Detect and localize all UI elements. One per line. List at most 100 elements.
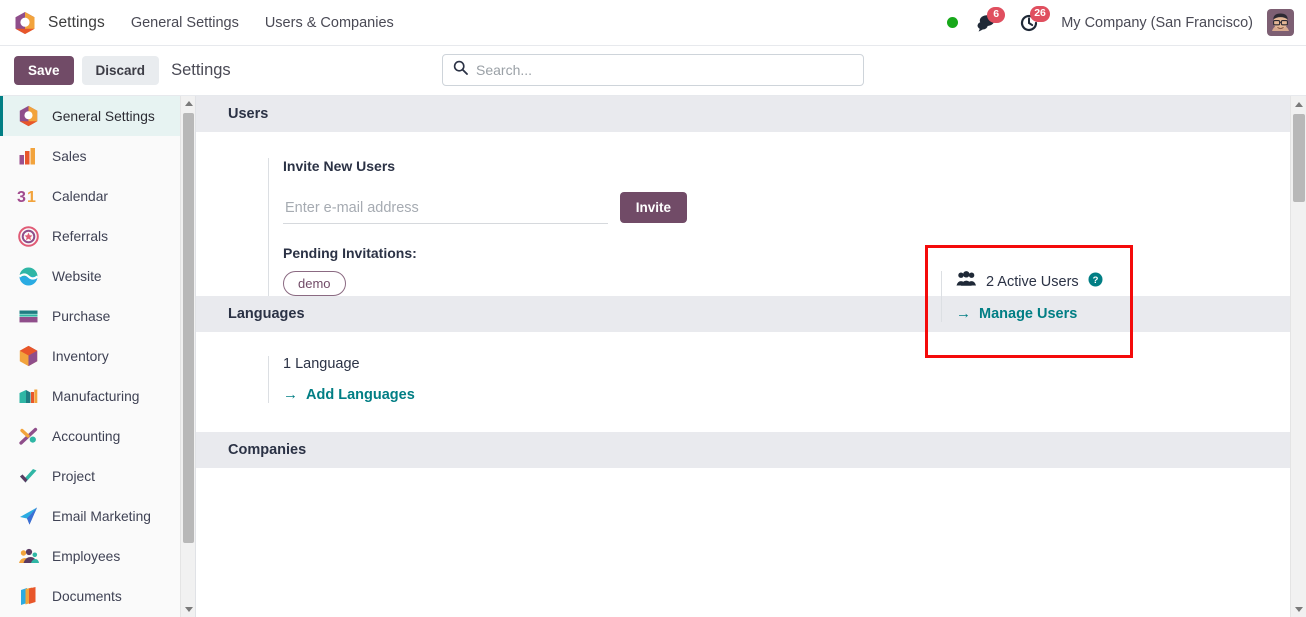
users-group-icon xyxy=(956,271,977,292)
settings-sidebar: General Settings Sales 3 1 Calendar Refe… xyxy=(0,96,196,617)
languages-block: 1 Language → Add Languages xyxy=(268,356,415,403)
messages-badge: 6 xyxy=(987,6,1006,23)
content-scroll-thumb[interactable] xyxy=(1293,114,1305,202)
help-circle-icon[interactable]: ? xyxy=(1088,272,1103,292)
sidebar-item-sales[interactable]: Sales xyxy=(0,136,181,176)
section-body-languages: 1 Language → Add Languages xyxy=(196,332,1290,403)
manage-users-link[interactable]: → Manage Users xyxy=(956,305,1103,322)
page-title: Settings xyxy=(171,61,231,79)
sidebar-scroll-down-arrow[interactable] xyxy=(181,602,195,617)
content-scroll-down-arrow[interactable] xyxy=(1291,601,1306,617)
arrow-right-icon: → xyxy=(956,305,971,322)
sidebar-item-referrals[interactable]: Referrals xyxy=(0,216,181,256)
project-app-icon xyxy=(17,465,39,487)
odoo-hexagon-logo[interactable] xyxy=(14,11,36,35)
languages-settings-row: 1 Language → Add Languages xyxy=(196,356,1290,403)
active-users-block: 2 Active Users ? → Manage Users xyxy=(941,271,1103,322)
app-brand-name[interactable]: Settings xyxy=(48,14,105,32)
page-body: General Settings Sales 3 1 Calendar Refe… xyxy=(0,96,1306,617)
sidebar-item-accounting[interactable]: Accounting xyxy=(0,416,181,456)
sidebar-item-website[interactable]: Website xyxy=(0,256,181,296)
top-navbar: Settings General Settings Users & Compan… xyxy=(0,0,1306,46)
pending-invitation-demo[interactable]: demo xyxy=(283,271,346,296)
sales-app-icon xyxy=(17,145,39,167)
invite-line: Invite xyxy=(283,192,687,224)
sidebar-item-label: Referrals xyxy=(52,228,108,244)
referrals-app-icon xyxy=(17,225,39,247)
sidebar-item-employees[interactable]: Employees xyxy=(0,536,181,576)
sidebar-item-project[interactable]: Project xyxy=(0,456,181,496)
sidebar-scroll-up-arrow[interactable] xyxy=(181,96,195,111)
section-body-users: Invite New Users Invite Pending Invitati… xyxy=(196,132,1290,296)
inventory-app-icon xyxy=(17,345,39,367)
sidebar-item-label: Purchase xyxy=(52,308,111,324)
purchase-app-icon xyxy=(17,305,39,327)
discard-button[interactable]: Discard xyxy=(81,56,160,85)
sidebar-item-label: Employees xyxy=(52,548,121,564)
settings-scroll-area: Users Invite New Users Invite Pending In… xyxy=(196,96,1290,617)
active-users-row: 2 Active Users ? xyxy=(956,271,1103,292)
users-settings-row: Invite New Users Invite Pending Invitati… xyxy=(196,158,1290,296)
sidebar-item-label: Sales xyxy=(52,148,87,164)
sidebar-item-label: Project xyxy=(52,468,95,484)
section-header-users: Users xyxy=(196,96,1290,132)
website-app-icon xyxy=(17,265,39,287)
sidebar-item-purchase[interactable]: Purchase xyxy=(0,296,181,336)
manage-users-label: Manage Users xyxy=(979,305,1078,322)
language-count: 1 Language xyxy=(283,356,360,372)
save-button[interactable]: Save xyxy=(14,56,74,85)
svg-text:1: 1 xyxy=(27,189,36,206)
company-switcher[interactable]: My Company (San Francisco) xyxy=(1061,15,1253,31)
sidebar-item-general-settings[interactable]: General Settings xyxy=(0,96,181,136)
sidebar-scrollbar[interactable] xyxy=(180,96,195,617)
messages-button[interactable]: 6 xyxy=(976,6,1006,32)
sidebar-item-label: Email Marketing xyxy=(52,508,151,524)
email-marketing-app-icon xyxy=(17,505,39,527)
arrow-right-icon: → xyxy=(283,386,298,403)
invite-email-input[interactable] xyxy=(283,196,608,224)
active-users-count: 2 Active Users xyxy=(986,273,1079,290)
sidebar-item-email-marketing[interactable]: Email Marketing xyxy=(0,496,181,536)
employees-app-icon xyxy=(17,545,39,567)
search-bar[interactable] xyxy=(442,54,864,86)
content-scrollbar[interactable] xyxy=(1290,96,1306,617)
search-input[interactable] xyxy=(476,62,855,78)
sidebar-item-label: Website xyxy=(52,268,102,284)
svg-text:?: ? xyxy=(1092,275,1098,286)
sidebar-item-label: Inventory xyxy=(52,348,109,364)
nav-general-settings[interactable]: General Settings xyxy=(131,15,239,31)
nav-users-companies[interactable]: Users & Companies xyxy=(265,15,394,31)
sidebar-item-label: General Settings xyxy=(52,108,155,124)
sidebar-scroll-thumb[interactable] xyxy=(183,113,194,543)
documents-app-icon xyxy=(17,585,39,607)
activities-badge: 26 xyxy=(1030,5,1050,22)
navbar-right-group: 6 26 My Company (San Francisco) xyxy=(947,5,1294,36)
pending-invitations-label: Pending Invitations: xyxy=(283,245,417,261)
settings-app-icon xyxy=(17,105,39,127)
sidebar-scroll-area: General Settings Sales 3 1 Calendar Refe… xyxy=(0,96,181,617)
online-status-dot xyxy=(947,17,959,28)
sidebar-item-label: Documents xyxy=(52,588,122,604)
add-languages-label: Add Languages xyxy=(306,386,415,403)
calendar-app-icon: 3 1 xyxy=(17,185,39,207)
add-languages-link[interactable]: → Add Languages xyxy=(283,386,415,403)
invite-button[interactable]: Invite xyxy=(619,192,687,223)
sidebar-item-label: Accounting xyxy=(52,428,121,444)
activities-button[interactable]: 26 xyxy=(1019,5,1050,33)
manufacturing-app-icon xyxy=(17,385,39,407)
invite-new-users-block: Invite New Users Invite Pending Invitati… xyxy=(268,158,687,296)
search-icon xyxy=(453,60,468,80)
sidebar-item-calendar[interactable]: 3 1 Calendar xyxy=(0,176,181,216)
svg-text:3: 3 xyxy=(17,189,26,206)
sidebar-item-label: Calendar xyxy=(52,188,108,204)
section-body-companies xyxy=(196,468,1290,494)
sidebar-item-inventory[interactable]: Inventory xyxy=(0,336,181,376)
user-avatar[interactable] xyxy=(1267,9,1294,36)
section-header-companies: Companies xyxy=(196,432,1290,468)
content-scroll-up-arrow[interactable] xyxy=(1291,96,1306,112)
sidebar-item-label: Manufacturing xyxy=(52,388,140,404)
settings-content: Users Invite New Users Invite Pending In… xyxy=(196,96,1306,617)
sidebar-item-documents[interactable]: Documents xyxy=(0,576,181,616)
accounting-app-icon xyxy=(17,425,39,447)
sidebar-item-manufacturing[interactable]: Manufacturing xyxy=(0,376,181,416)
